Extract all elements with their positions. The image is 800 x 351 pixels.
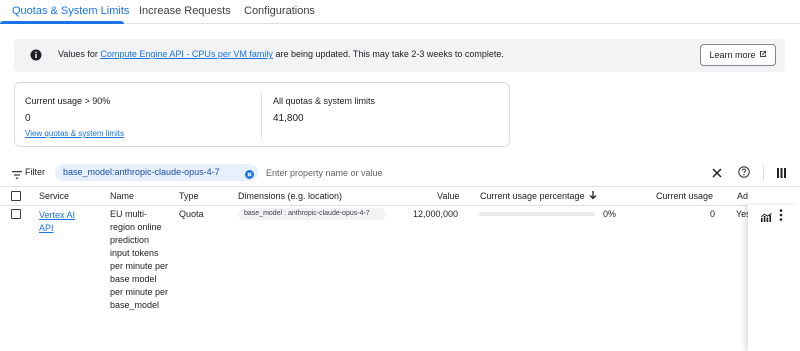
column-header-adjustable[interactable]: Ad [737, 191, 748, 201]
filter-list-icon[interactable] [12, 168, 22, 182]
all-quotas-label: All quotas & system limits [273, 96, 376, 106]
column-header-current-usage[interactable]: Current usage [656, 191, 713, 201]
toolbar-divider [763, 165, 764, 181]
filter-bar: Filter base_model:anthropic-claude-opus-… [0, 160, 800, 186]
tab-quotas-system-limits[interactable]: Quotas & System Limits [12, 5, 129, 17]
row-quota-name: EU multi-region online prediction input … [110, 209, 169, 310]
tab-increase-requests[interactable]: Increase Requests [139, 5, 231, 17]
select-all-checkbox[interactable] [11, 191, 21, 201]
column-header-name[interactable]: Name [110, 191, 134, 201]
tab-bar: Quotas & System Limits Increase Requests… [0, 0, 800, 24]
row-select-checkbox[interactable] [11, 209, 21, 219]
column-header-dimensions[interactable]: Dimensions (e.g. location) [238, 191, 342, 201]
usage-progress-bar [479, 212, 595, 216]
row-service-link-wrap: Vertex AI API [39, 209, 81, 235]
learn-more-button[interactable]: Learn more [700, 44, 776, 66]
filter-property-input[interactable] [266, 165, 646, 181]
quota-summary-card: Current usage > 90% 0 View quotas & syst… [14, 82, 510, 147]
row-service-link[interactable]: Vertex AI API [39, 210, 75, 233]
info-icon [30, 49, 42, 61]
banner-quota-link[interactable]: Compute Engine API - CPUs per VM family [100, 49, 273, 59]
row-dimension-chip: base_model : anthropic-claude-opus-4-7 [238, 208, 386, 220]
arrow-downward-icon [589, 191, 597, 202]
row-value: 12,000,000 [413, 209, 459, 219]
active-tab-indicator [0, 21, 124, 24]
current-usage-value: 0 [25, 113, 31, 124]
row-usage-percentage: 0% [603, 209, 617, 219]
column-header-value[interactable]: Value [437, 191, 459, 201]
info-banner: Values for Compute Engine API - CPUs per… [14, 39, 785, 72]
current-usage-label: Current usage > 90% [25, 96, 111, 106]
filter-chip[interactable]: base_model:anthropic-claude-opus-4-7 [55, 164, 258, 181]
cancel-icon[interactable] [245, 168, 254, 179]
filter-chip-label: base_model:anthropic-claude-opus-4-7 [63, 167, 220, 177]
column-header-type[interactable]: Type [179, 191, 199, 201]
learn-more-label: Learn more [709, 50, 756, 60]
usage-percentage-label: Current usage percentage [480, 191, 585, 201]
view-quotas-link[interactable]: View quotas & system limits [25, 129, 124, 138]
row-type: Quota [179, 209, 204, 219]
column-header-service[interactable]: Service [39, 191, 69, 201]
all-quotas-summary: All quotas & system limits 41,800 [273, 96, 375, 124]
close-icon[interactable] [712, 167, 722, 181]
quota-table-header: Service Name Type Dimensions (e.g. locat… [0, 186, 800, 206]
filter-label: Filter [25, 167, 45, 177]
card-divider [261, 93, 262, 138]
help-icon[interactable] [738, 166, 750, 181]
current-usage-summary: Current usage > 90% 0 View quotas & syst… [25, 96, 124, 138]
more-vert-icon[interactable] [779, 209, 783, 224]
row-adjustable: Yes [736, 209, 748, 219]
column-view-icon[interactable] [777, 167, 786, 181]
banner-prefix: Values for [58, 49, 101, 59]
monitoring-chart-icon[interactable] [760, 211, 772, 225]
all-quotas-value: 41,800 [273, 113, 304, 124]
open-in-new-icon [759, 50, 767, 60]
banner-message: Values for Compute Engine API - CPUs per… [58, 49, 504, 59]
column-header-usage-percentage[interactable]: Current usage percentage [480, 191, 597, 202]
tab-configurations[interactable]: Configurations [244, 5, 315, 17]
row-current-usage: 0 [710, 209, 716, 219]
banner-suffix: are being updated. This may take 2-3 wee… [272, 49, 504, 59]
row-actions-panel [748, 205, 800, 351]
